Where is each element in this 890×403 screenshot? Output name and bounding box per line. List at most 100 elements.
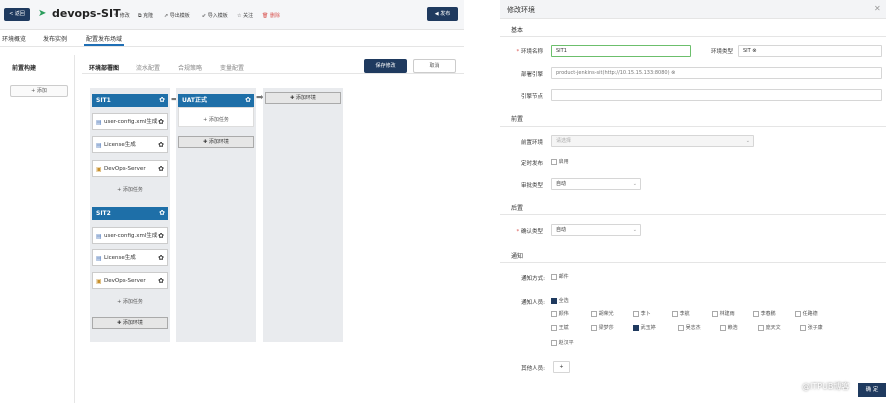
- engine-node-label: 引擎节点: [520, 94, 543, 100]
- tab-compliance[interactable]: 合规策略: [178, 63, 202, 72]
- tab-env-overview[interactable]: 环境概览: [2, 34, 26, 43]
- person-checkbox[interactable]: 胡荣光: [591, 310, 614, 317]
- person-checkbox[interactable]: 李航: [672, 310, 690, 317]
- close-icon[interactable]: ✕: [874, 4, 881, 13]
- deploy-engine-label: 部署引擎: [520, 72, 543, 78]
- tab-variables[interactable]: 变量配置: [220, 63, 244, 72]
- gear-icon[interactable]: ✿: [158, 250, 164, 267]
- front-build-add-button[interactable]: + 添加: [10, 85, 68, 97]
- gear-icon[interactable]: ✿: [158, 137, 164, 154]
- schedule-label: 定时发布: [520, 161, 543, 167]
- approve-select[interactable]: 自动 ⌄: [551, 178, 641, 190]
- delete-action[interactable]: 🗑 删除: [262, 12, 280, 19]
- front-build-panel: [0, 55, 75, 403]
- pre-env-select[interactable]: 请选择 ⌄: [551, 135, 754, 147]
- task-item[interactable]: ▤ user-config.xml生成 ✿: [92, 227, 168, 244]
- chevron-down-icon: ⌄: [632, 227, 637, 233]
- env-name-input[interactable]: SIT1: [551, 45, 691, 57]
- import-template-action[interactable]: ⇙ 导入模板: [202, 12, 228, 19]
- person-checkbox[interactable]: 庞天文: [758, 324, 781, 331]
- env-card-header[interactable]: SIT1 ✿: [92, 94, 168, 107]
- task-item[interactable]: ▤ License生成 ✿: [92, 136, 168, 153]
- divider: [500, 36, 886, 37]
- deploy-engine-select[interactable]: product-jenkins-sit(http://10.15.15.133:…: [551, 67, 882, 79]
- tab-deploy-diagram[interactable]: 环境部署图: [89, 63, 119, 72]
- env-type-label: 环境类型: [710, 49, 733, 55]
- follow-action[interactable]: ☆ 关注: [237, 12, 253, 19]
- env-type-select[interactable]: SIT ⊗: [738, 45, 882, 57]
- file-icon: ▤: [96, 119, 102, 126]
- cancel-button[interactable]: 取消: [413, 59, 456, 73]
- clone-action[interactable]: ⧉ 克隆: [138, 12, 153, 19]
- task-item[interactable]: ▤ user-config.xml生成 ✿: [92, 113, 168, 130]
- save-changes-button[interactable]: 保存修改: [364, 59, 407, 73]
- section-notify: 通知: [511, 253, 524, 260]
- person-checkbox[interactable]: 张子康: [800, 324, 823, 331]
- divider: [0, 46, 464, 47]
- chevron-down-icon: ⌄: [745, 138, 750, 144]
- divider: [82, 73, 464, 74]
- section-post: 后置: [511, 205, 524, 212]
- task-item[interactable]: ▤ License生成 ✿: [92, 249, 168, 266]
- approve-label: 审批类型: [520, 183, 543, 189]
- divider: [500, 262, 886, 263]
- gear-icon[interactable]: ✿: [158, 161, 164, 178]
- add-task-link[interactable]: + 添加任务: [178, 116, 254, 123]
- gear-icon[interactable]: ✿: [158, 273, 164, 290]
- engine-node-input[interactable]: [551, 89, 882, 101]
- person-checkbox[interactable]: 林建雨: [712, 310, 735, 317]
- person-checkbox[interactable]: 赵汉平: [551, 339, 574, 346]
- env-card-header[interactable]: SIT2 ✿: [92, 207, 168, 220]
- tab-flow-config[interactable]: 流水配置: [136, 63, 160, 72]
- task-item[interactable]: ▣ DevOps-Server ✿: [92, 272, 168, 289]
- watermark: @ITPUB博客: [802, 382, 850, 391]
- confirm-label: * 确认类型: [516, 229, 543, 235]
- other-people-label: 其他人员:: [521, 366, 545, 372]
- gear-icon[interactable]: ✿: [158, 228, 164, 245]
- person-checkbox[interactable]: 任路德: [795, 310, 818, 317]
- confirm-select[interactable]: 自动 ⌄: [551, 224, 641, 236]
- send-icon: ➤: [38, 8, 47, 19]
- front-build-title: 前置构建: [12, 65, 37, 72]
- section-basic: 基本: [511, 27, 524, 34]
- notify-email-checkbox[interactable]: 邮件: [551, 273, 569, 280]
- page-title: devops-SIT: [52, 7, 121, 20]
- modal-header: [500, 0, 886, 19]
- person-checkbox[interactable]: 梁梦莎: [591, 324, 614, 331]
- gear-icon[interactable]: ✿: [158, 114, 164, 131]
- person-checkbox[interactable]: 颜伟: [551, 310, 569, 317]
- person-checkbox[interactable]: 吴志杰: [678, 324, 701, 331]
- divider: [500, 214, 886, 215]
- add-person-button[interactable]: +: [553, 361, 570, 373]
- person-checkbox[interactable]: 赖浩: [720, 324, 738, 331]
- gear-icon[interactable]: ✿: [159, 94, 165, 107]
- add-env-button[interactable]: ✚ 添加环境: [92, 317, 168, 329]
- ok-button[interactable]: 确 定: [858, 383, 886, 397]
- file-icon: ▤: [96, 142, 102, 149]
- add-task-link[interactable]: + 添加任务: [92, 298, 168, 305]
- task-item[interactable]: ▣ DevOps-Server ✿: [92, 160, 168, 177]
- file-icon: ▤: [96, 233, 102, 240]
- section-front: 前置: [511, 116, 524, 123]
- env-card-header[interactable]: UAT正式 ✿: [178, 94, 254, 107]
- publish-button[interactable]: ◀ 发布: [427, 7, 458, 21]
- person-checkbox[interactable]: 李春鹏: [753, 310, 776, 317]
- tab-release-instances[interactable]: 发布实例: [43, 34, 67, 43]
- file-icon: ▤: [96, 255, 102, 262]
- package-icon: ▣: [96, 166, 102, 173]
- back-button[interactable]: < 返回: [4, 8, 30, 21]
- add-env-button[interactable]: ✚ 添加环境: [265, 92, 341, 104]
- person-checkbox[interactable]: 王斌: [551, 324, 569, 331]
- pre-env-label: 前置环境: [520, 140, 543, 146]
- select-all-checkbox[interactable]: 全选: [551, 297, 569, 304]
- export-template-action[interactable]: ⇗ 导出模板: [164, 12, 190, 19]
- add-task-link[interactable]: + 添加任务: [92, 186, 168, 193]
- person-checkbox[interactable]: 李卜: [633, 310, 651, 317]
- add-env-button[interactable]: ✚ 添加环境: [178, 136, 254, 148]
- person-checkbox[interactable]: 武玉婷: [633, 324, 656, 331]
- tab-release-config[interactable]: 配置发布场域: [86, 34, 122, 43]
- edit-action[interactable]: ✎ 修改: [114, 12, 130, 19]
- schedule-checkbox[interactable]: 启用: [551, 158, 569, 165]
- gear-icon[interactable]: ✿: [159, 207, 165, 220]
- gear-icon[interactable]: ✿: [245, 94, 251, 107]
